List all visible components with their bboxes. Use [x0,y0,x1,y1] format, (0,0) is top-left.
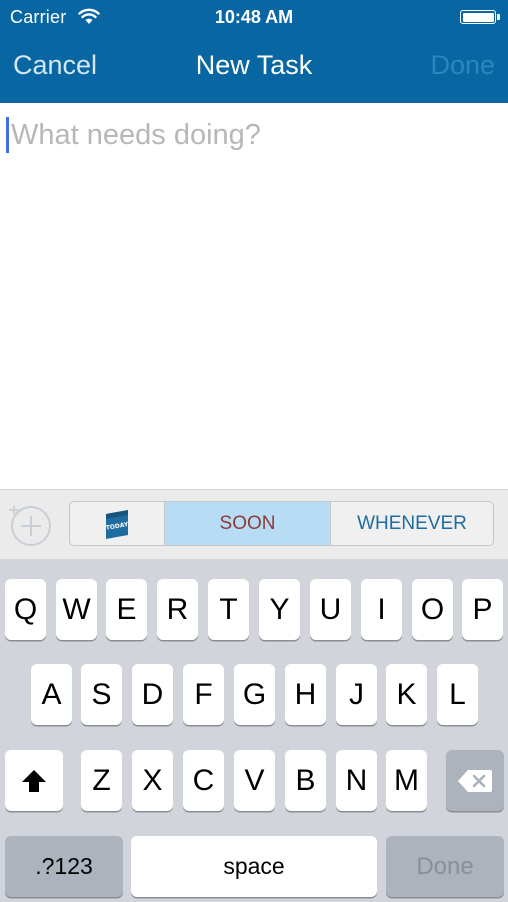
text-caret [6,117,9,153]
key-r[interactable]: R [157,579,198,640]
key-k[interactable]: K [386,664,427,725]
key-y[interactable]: Y [259,579,300,640]
segment-soon[interactable]: SOON [165,502,331,545]
key-x[interactable]: X [132,750,173,811]
key-i[interactable]: I [361,579,402,640]
shift-arrow-icon [22,769,46,792]
task-input[interactable] [11,113,491,157]
nav-header: Carrier 10:48 AM Cancel New Task Done [0,0,508,103]
key-d[interactable]: D [132,664,173,725]
backspace-icon [458,769,492,792]
shift-key[interactable] [5,750,63,811]
battery-tip [497,14,500,20]
key-e[interactable]: E [106,579,147,640]
key-c[interactable]: C [183,750,224,811]
key-g[interactable]: G [234,664,275,725]
key-p[interactable]: P [462,579,503,640]
key-l[interactable]: L [437,664,478,725]
key-z[interactable]: Z [81,750,122,811]
key-a[interactable]: A [31,664,72,725]
task-editor [0,103,508,489]
key-m[interactable]: M [386,750,427,811]
key-f[interactable]: F [183,664,224,725]
key-o[interactable]: O [412,579,453,640]
done-button[interactable]: Done [430,50,495,81]
clock: 10:48 AM [214,7,294,27]
today-calendar-icon: TODAY [105,509,129,539]
keyboard-done-key[interactable]: Done [386,836,504,897]
status-bar: Carrier 10:48 AM [0,0,508,34]
key-j[interactable]: J [336,664,377,725]
key-n[interactable]: N [336,750,377,811]
segment-today[interactable]: TODAY [70,502,165,545]
key-t[interactable]: T [208,579,249,640]
when-segmented-control: TODAY SOON WHENEVER [69,501,494,546]
numbers-key[interactable]: .?123 [5,836,123,897]
key-w[interactable]: W [56,579,97,640]
keyboard-accessory-bar: TODAY SOON WHENEVER [0,489,508,559]
keyboard: Q W E R T Y U I O P A S D F G H J K L Z … [0,559,508,902]
segment-whenever[interactable]: WHENEVER [331,502,493,545]
key-q[interactable]: Q [5,579,46,640]
delete-key[interactable] [446,750,504,811]
key-s[interactable]: S [81,664,122,725]
battery-icon [460,10,496,24]
key-v[interactable]: V [234,750,275,811]
key-b[interactable]: B [285,750,326,811]
space-key[interactable]: space [131,836,377,897]
key-u[interactable]: U [310,579,351,640]
add-icon[interactable] [8,503,52,547]
key-h[interactable]: H [285,664,326,725]
